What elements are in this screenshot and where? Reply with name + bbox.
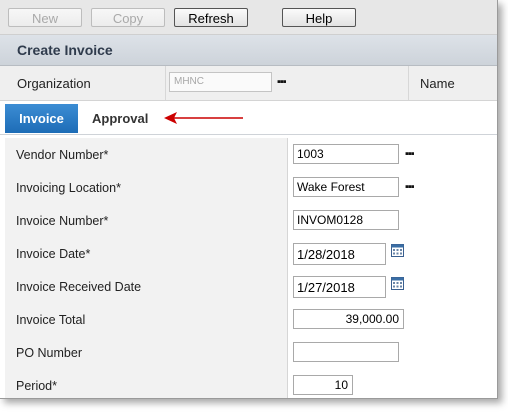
form-row-period: Period* 10 xyxy=(5,369,497,398)
form-row-vendor-number: Vendor Number* 1003 ▪▪▪ xyxy=(5,138,497,172)
invoice-received-date-field[interactable]: 1/27/2018 xyxy=(293,276,386,298)
form-row-invoice-number: Invoice Number* INVOM0128 xyxy=(5,204,497,238)
location-lookup-ellipsis-icon[interactable]: ▪▪▪ xyxy=(405,181,415,193)
vendor-number-label: Vendor Number* xyxy=(16,148,109,162)
label-cell: Invoice Date* xyxy=(5,237,287,270)
po-number-label: PO Number xyxy=(16,346,82,360)
page-header: Create Invoice xyxy=(0,35,497,66)
label-cell: Period* xyxy=(5,369,287,398)
label-cell: Vendor Number* xyxy=(5,138,287,171)
calendar-icon[interactable] xyxy=(391,277,404,290)
organization-label: Organization xyxy=(17,76,91,91)
invoicing-location-label: Invoicing Location* xyxy=(16,181,121,195)
name-label: Name xyxy=(420,76,455,91)
label-cell: Invoice Total xyxy=(5,303,287,336)
invoice-total-field[interactable]: 39,000.00 xyxy=(293,309,404,329)
tab-bar: Invoice Approval xyxy=(0,101,497,135)
invoice-number-label: Invoice Number* xyxy=(16,214,109,228)
invoice-date-field[interactable]: 1/28/2018 xyxy=(293,243,386,265)
value-cell: 1/28/2018 xyxy=(287,237,497,270)
label-cell: Invoice Number* xyxy=(5,204,287,237)
value-cell: INVOM0128 xyxy=(287,204,497,237)
value-cell: 39,000.00 xyxy=(287,303,497,336)
invoice-total-label: Invoice Total xyxy=(16,313,86,327)
organization-row: Organization MHNC ▪▪▪ Name xyxy=(0,66,497,101)
help-button[interactable]: Help xyxy=(282,8,356,27)
value-cell: 1003 ▪▪▪ xyxy=(287,138,497,171)
vendor-number-field[interactable]: 1003 xyxy=(293,144,399,164)
organization-lookup-ellipsis-icon[interactable]: ▪▪▪ xyxy=(277,76,287,88)
invoice-window: New Copy Refresh Help Create Invoice Org… xyxy=(0,0,498,399)
annotation-arrow-icon xyxy=(164,112,243,124)
tab-invoice[interactable]: Invoice xyxy=(5,104,78,133)
label-cell: Invoice Received Date xyxy=(5,270,287,303)
calendar-icon[interactable] xyxy=(391,244,404,257)
invoice-received-date-label: Invoice Received Date xyxy=(16,280,142,294)
refresh-button[interactable]: Refresh xyxy=(174,8,248,27)
tab-approval[interactable]: Approval xyxy=(92,111,148,126)
label-cell: Invoicing Location* xyxy=(5,171,287,204)
label-cell: PO Number xyxy=(5,336,287,369)
new-button[interactable]: New xyxy=(8,8,82,27)
period-label: Period* xyxy=(16,379,57,393)
value-cell: Wake Forest ▪▪▪ xyxy=(287,171,497,204)
form-row-invoice-total: Invoice Total 39,000.00 xyxy=(5,303,497,337)
form-row-po-number: PO Number xyxy=(5,336,497,370)
form-row-invoicing-location: Invoicing Location* Wake Forest ▪▪▪ xyxy=(5,171,497,205)
page-title: Create Invoice xyxy=(17,42,113,58)
po-number-field[interactable] xyxy=(293,342,399,362)
period-field[interactable]: 10 xyxy=(293,375,353,395)
invoice-number-field[interactable]: INVOM0128 xyxy=(293,210,399,230)
value-cell: 10 xyxy=(287,369,497,398)
invoicing-location-field[interactable]: Wake Forest xyxy=(293,177,399,197)
value-cell xyxy=(287,336,497,369)
organization-field[interactable]: MHNC xyxy=(169,72,272,92)
form-row-invoice-received-date: Invoice Received Date 1/27/2018 xyxy=(5,270,497,304)
toolbar: New Copy Refresh Help xyxy=(0,0,497,35)
value-cell: 1/27/2018 xyxy=(287,270,497,303)
column-divider xyxy=(165,66,166,100)
copy-button[interactable]: Copy xyxy=(91,8,165,27)
vendor-lookup-ellipsis-icon[interactable]: ▪▪▪ xyxy=(405,148,415,160)
form-row-invoice-date: Invoice Date* 1/28/2018 xyxy=(5,237,497,271)
invoice-date-label: Invoice Date* xyxy=(16,247,91,261)
column-divider xyxy=(408,66,409,100)
